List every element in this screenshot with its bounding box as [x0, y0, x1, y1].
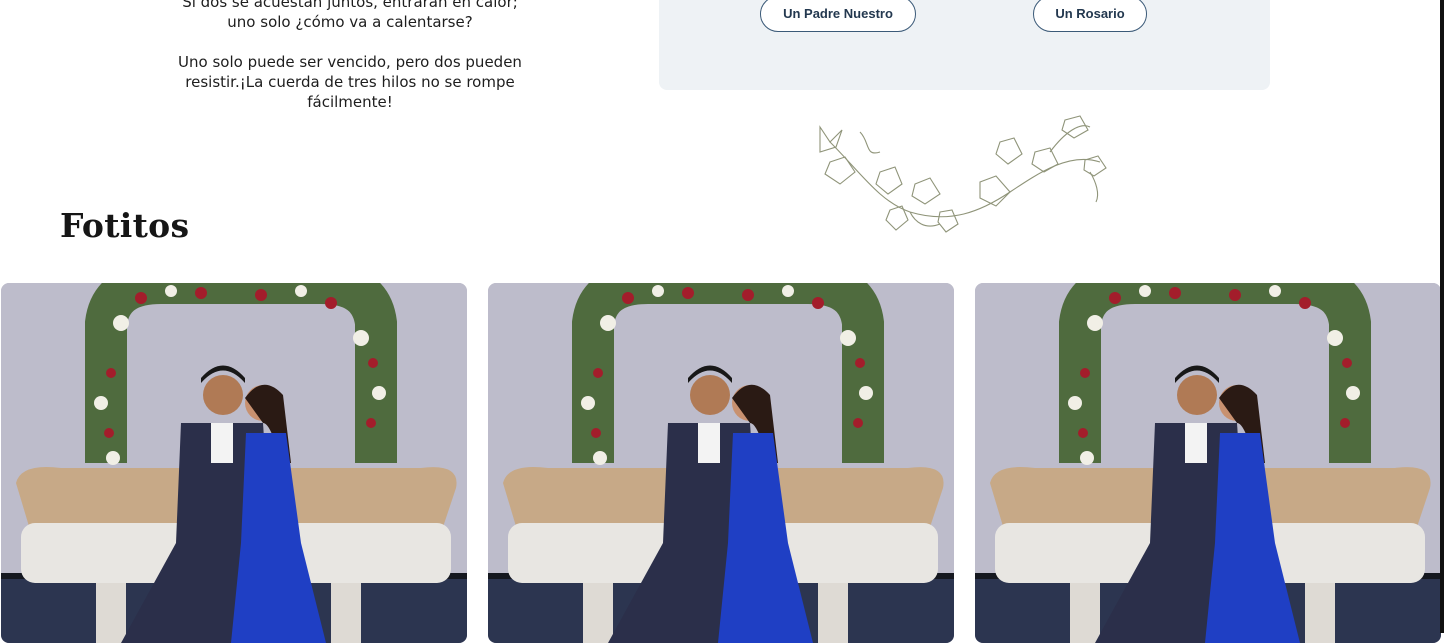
gallery-photo[interactable]: [975, 283, 1441, 643]
couple-photo-image: [1, 283, 467, 643]
couple-photo-image: [975, 283, 1441, 643]
couple-photo-image: [488, 283, 954, 643]
verse-paragraph-2: Uno solo puede ser vencido, pero dos pue…: [178, 53, 522, 111]
padre-nuestro-button[interactable]: Un Padre Nuestro: [760, 0, 916, 32]
verse-text: Si dos se acuestan juntos, entrarán en c…: [170, 0, 530, 132]
verse-paragraph-1: Si dos se acuestan juntos, entrarán en c…: [182, 0, 518, 31]
prayer-card: Un Padre Nuestro Un Rosario: [659, 0, 1270, 90]
gallery-title: Fotitos: [60, 206, 190, 245]
gallery-photo[interactable]: [488, 283, 954, 643]
ivy-vine-illustration: [819, 115, 1107, 233]
rosario-button[interactable]: Un Rosario: [1033, 0, 1147, 32]
viewport-edge: [1440, 0, 1444, 633]
gallery-photo[interactable]: [1, 283, 467, 643]
